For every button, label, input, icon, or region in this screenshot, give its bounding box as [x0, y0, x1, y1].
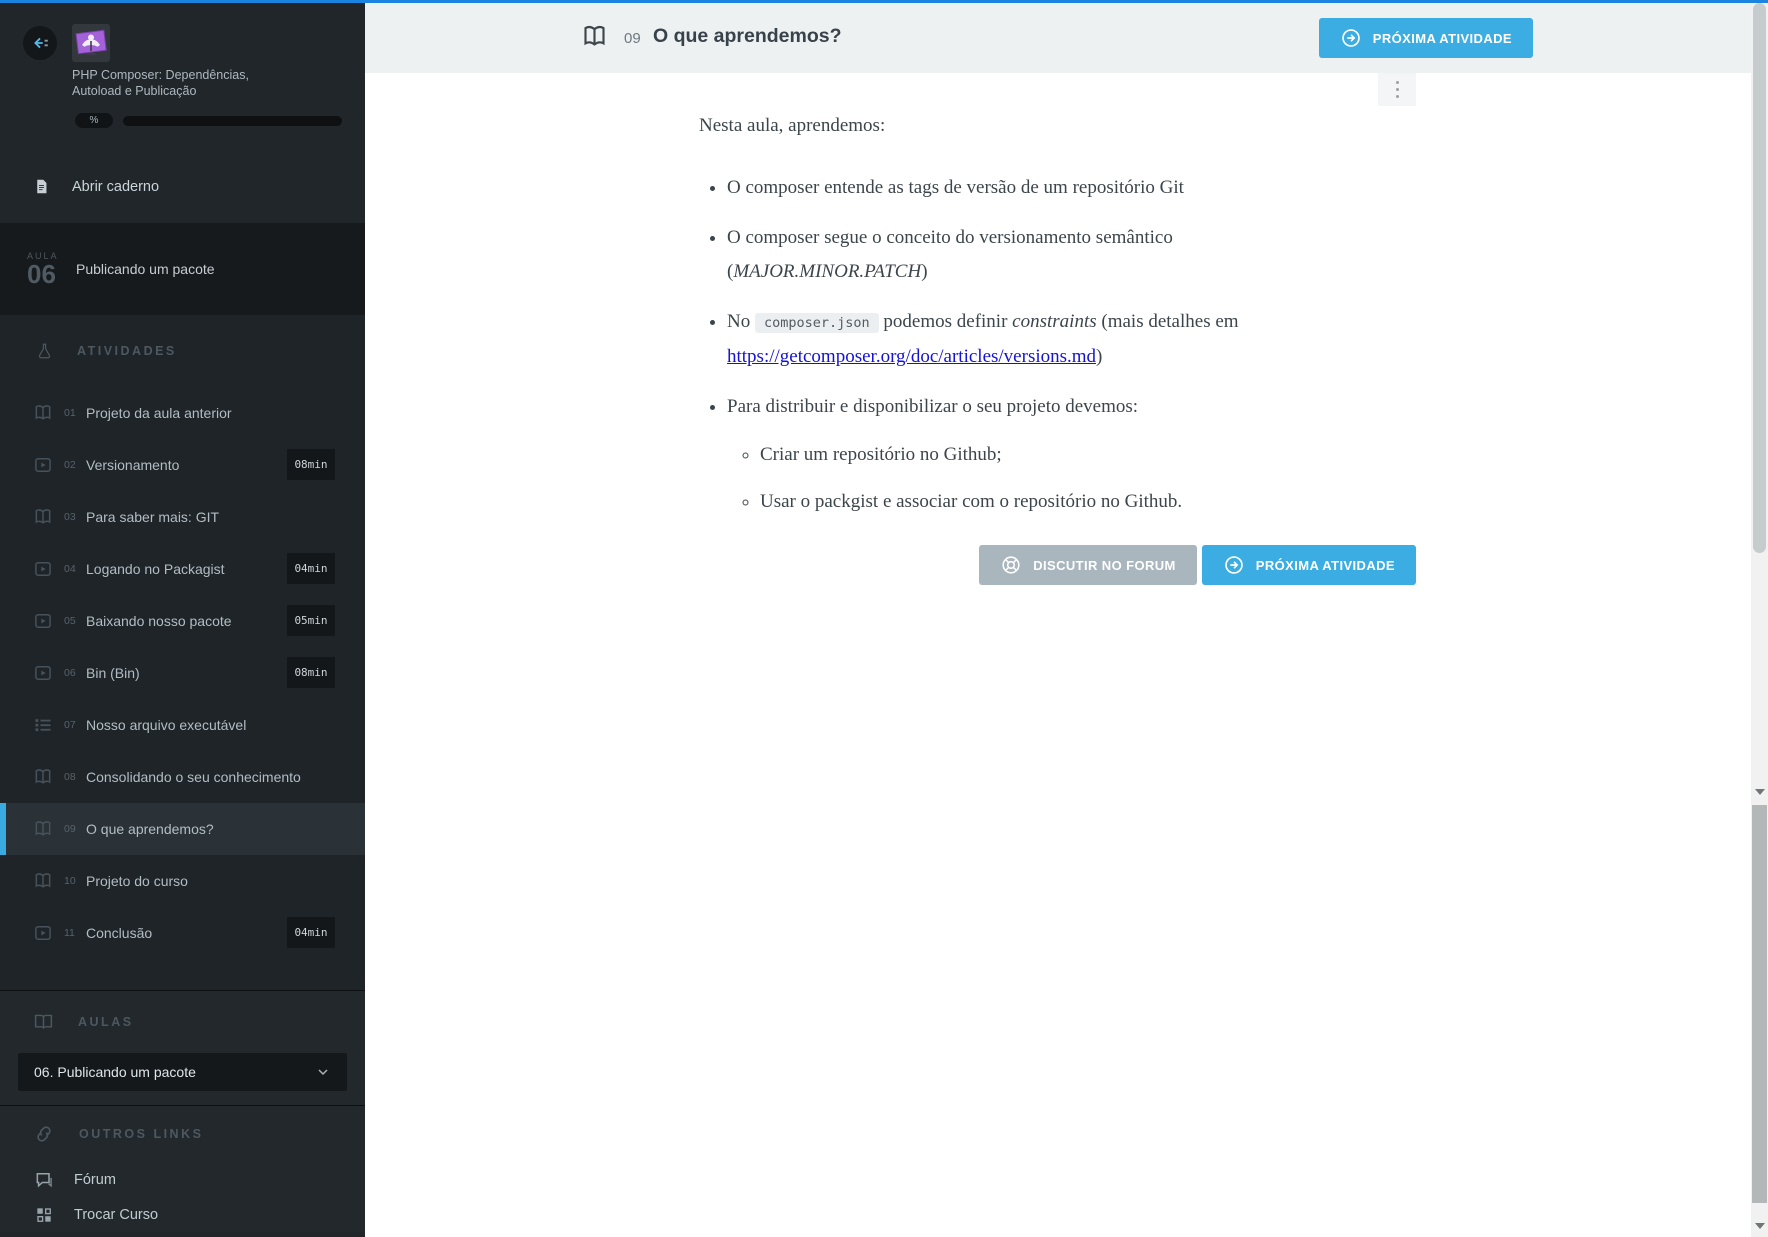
page-title: O que aprendemos? — [653, 25, 842, 47]
course-logo — [72, 24, 110, 62]
sidebar-activity-10[interactable]: 10 Projeto do curso — [0, 855, 365, 907]
grid-icon — [34, 1205, 54, 1225]
sidebar-activity-08[interactable]: 08 Consolidando o seu conhecimento — [0, 751, 365, 803]
activity-header-bar: 09 O que aprendemos? PRÓXIMA ATIVIDADE — [365, 3, 1751, 73]
video-icon — [33, 663, 55, 683]
collapse-arrow-icon — [34, 37, 48, 49]
activities-header: ATIVIDADES — [0, 315, 365, 387]
chevron-down-icon — [318, 1069, 328, 1076]
sidebar-activity-03[interactable]: 03 Para saber mais: GIT — [0, 491, 365, 543]
lifebuoy-forum-icon — [1002, 556, 1020, 574]
book-icon — [33, 871, 55, 891]
lesson-number: 06 — [27, 259, 56, 289]
video-icon — [33, 559, 55, 579]
summary-item-4: Para distribuir e disponibilizar o seu p… — [727, 390, 1416, 519]
activities-list: 01 Projeto da aula anterior 02 Versionam… — [0, 387, 365, 959]
link-icon — [37, 1126, 51, 1142]
summary-sublist: Criar um repositório no Github; Usar o p… — [727, 438, 1416, 519]
lesson-select-value: 06. Publicando um pacote — [34, 1064, 196, 1080]
aulas-header: AULAS — [0, 991, 365, 1053]
reading-activity-icon — [584, 25, 605, 46]
activity-number: 09 — [624, 30, 641, 47]
duration-badge: 08min — [287, 657, 335, 688]
other-links-list: Fórum Trocar Curso — [0, 1162, 365, 1232]
list-icon — [33, 715, 55, 735]
next-activity-button-bottom[interactable]: PRÓXIMA ATIVIDADE — [1201, 545, 1416, 585]
lesson-content: Nesta aula, aprendemos: O composer enten… — [699, 73, 1416, 585]
summary-item-1: O composer entende as tags de versão de … — [727, 171, 1416, 205]
activities-section: ATIVIDADES 01 Projeto da aula anterior 0… — [0, 315, 365, 990]
semver-pattern: MAJOR.MINOR.PATCH — [733, 261, 922, 282]
duration-badge: 04min — [287, 553, 335, 584]
discuss-forum-button[interactable]: DISCUTIR NO FORUM — [979, 545, 1197, 585]
sidebar-activity-09[interactable]: 09 O que aprendemos? — [0, 803, 365, 855]
sidebar-activity-04[interactable]: 04 Logando no Packagist 04min — [0, 543, 365, 595]
sidebar-activity-01[interactable]: 01 Projeto da aula anterior — [0, 387, 365, 439]
top-accent-line — [0, 0, 1768, 3]
scrollbar-thumb-outer[interactable] — [1752, 805, 1767, 1203]
content-intro: Nesta aula, aprendemos: — [699, 115, 886, 136]
summary-subitem-2: Usar o packgist e associar com o reposit… — [760, 485, 1416, 519]
other-links-section: OUTROS LINKS Fórum Trocar Curso — [0, 1105, 365, 1232]
duration-badge: 05min — [287, 605, 335, 636]
open-notebook-label: Abrir caderno — [72, 178, 160, 195]
document-icon — [37, 179, 47, 194]
course-title: PHP Composer: Dependências, Autoload e P… — [72, 68, 249, 98]
video-icon — [33, 923, 55, 943]
current-lesson-banner: AULA 06 Publicando um pacote — [0, 223, 365, 315]
open-book-icon — [34, 1014, 53, 1030]
sidebar-activity-07[interactable]: 07 Nosso arquivo executável — [0, 699, 365, 751]
summary-item-2: O composer segue o conceito do versionam… — [727, 221, 1416, 289]
open-notebook-button[interactable]: Abrir caderno — [0, 150, 365, 223]
circle-arrow-right-icon — [1224, 556, 1243, 574]
sidebar: PHP Composer: Dependências, Autoload e P… — [0, 3, 365, 1237]
book-icon — [33, 819, 55, 839]
scrollbar-track[interactable] — [1751, 3, 1768, 1237]
course-progress-bar — [123, 115, 342, 126]
sidebar-activity-06[interactable]: 06 Bin (Bin) 08min — [0, 647, 365, 699]
main-area: 09 O que aprendemos? PRÓXIMA ATIVIDADE N… — [365, 3, 1751, 1237]
collapse-sidebar-button[interactable] — [23, 26, 57, 60]
scroll-down-arrow-icon[interactable] — [1755, 789, 1765, 795]
progress-percent-badge: % — [75, 113, 113, 128]
versions-doc-link[interactable]: https://getcomposer.org/doc/articles/ver… — [727, 346, 1096, 367]
book-icon — [33, 767, 55, 787]
summary-list: O composer entende as tags de versão de … — [699, 171, 1416, 519]
sidebar-activity-11[interactable]: 11 Conclusão 04min — [0, 907, 365, 959]
duration-badge: 08min — [287, 449, 335, 480]
sidebar-link-fórum[interactable]: Fórum — [0, 1162, 365, 1197]
other-links-header: OUTROS LINKS — [0, 1106, 365, 1162]
video-icon — [33, 455, 55, 475]
aulas-section: AULAS 06. Publicando um pacote — [0, 990, 365, 1105]
circle-arrow-right-icon — [1341, 29, 1360, 47]
forum-icon — [34, 1170, 54, 1190]
scrollbar-thumb-inner[interactable] — [1753, 3, 1766, 553]
book-icon — [33, 507, 55, 527]
book-icon — [33, 403, 55, 423]
lesson-select-dropdown[interactable]: 06. Publicando um pacote — [18, 1053, 347, 1091]
duration-badge: 04min — [287, 917, 335, 948]
summary-subitem-1: Criar um repositório no Github; — [760, 438, 1416, 472]
summary-item-3: No composer.json podemos definir constra… — [727, 305, 1416, 374]
flask-icon — [38, 343, 51, 359]
sidebar-activity-02[interactable]: 02 Versionamento 08min — [0, 439, 365, 491]
scroll-down-arrow-icon[interactable] — [1755, 1223, 1765, 1229]
video-icon — [33, 611, 55, 631]
sidebar-activity-05[interactable]: 05 Baixando nosso pacote 05min — [0, 595, 365, 647]
next-activity-button-top[interactable]: PRÓXIMA ATIVIDADE — [1318, 18, 1533, 58]
content-footer-actions: DISCUTIR NO FORUM PRÓXIMA ATIVIDADE — [699, 545, 1416, 585]
composer-json-code: composer.json — [754, 313, 879, 333]
lesson-title: Publicando um pacote — [76, 261, 215, 277]
sidebar-link-trocar-curso[interactable]: Trocar Curso — [0, 1197, 365, 1232]
sidebar-course-header: PHP Composer: Dependências, Autoload e P… — [0, 3, 365, 150]
